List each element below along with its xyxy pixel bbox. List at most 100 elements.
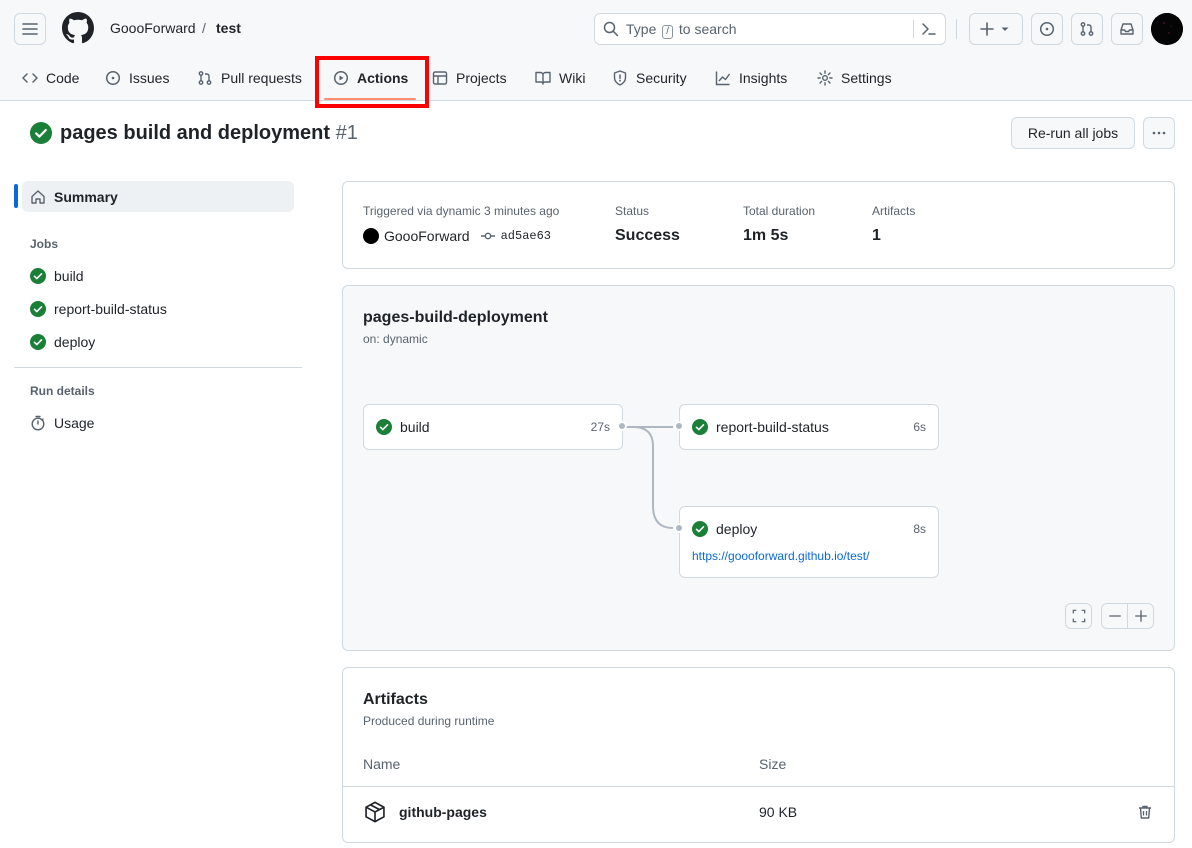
job-node-deploy[interactable]: deploy 8s https://goooforward.github.io/… — [679, 506, 939, 578]
job-node-report-build-status[interactable]: report-build-status 6s — [679, 404, 939, 450]
tab-pull-requests-label: Pull requests — [221, 70, 302, 86]
command-palette-icon[interactable] — [921, 21, 937, 37]
run-title: pages build and deployment — [60, 122, 331, 144]
trigger-actor-row: GoooForward ad5ae63 — [363, 228, 551, 244]
trash-icon[interactable] — [1137, 804, 1153, 820]
commit-sha[interactable]: ad5ae63 — [501, 229, 551, 243]
tab-settings-label: Settings — [841, 70, 892, 86]
workflow-graph: pages-build-deployment on: dynamic build… — [342, 285, 1175, 651]
connector-dot — [617, 421, 627, 431]
breadcrumb-repo[interactable]: test — [216, 19, 241, 37]
deploy-url-link[interactable]: https://goooforward.github.io/test/ — [692, 549, 869, 563]
search-divider — [913, 20, 914, 38]
sidebar-summary-label: Summary — [54, 188, 118, 205]
hamburger-icon — [22, 23, 38, 35]
job-duration: 8s — [913, 522, 926, 536]
search-shortcut-key: / — [662, 25, 674, 39]
rerun-all-jobs-button[interactable]: Re-run all jobs — [1011, 117, 1135, 149]
success-check-icon — [30, 122, 52, 144]
inbox-button[interactable] — [1111, 13, 1143, 45]
inbox-icon — [1120, 23, 1134, 35]
sidebar-job-report-build-status[interactable]: report-build-status — [30, 299, 167, 319]
artifact-name-link[interactable]: github-pages — [399, 804, 487, 820]
success-check-icon — [30, 334, 46, 350]
sidebar-usage-label: Usage — [54, 415, 95, 431]
avatar-image-icon — [1151, 13, 1183, 45]
screen-full-icon — [1072, 609, 1085, 623]
tab-projects[interactable]: Projects — [432, 63, 507, 93]
menu-button[interactable] — [14, 13, 46, 45]
sidebar-divider — [14, 367, 302, 368]
search-input[interactable]: Type / to search — [594, 13, 946, 45]
breadcrumb-owner[interactable]: GoooForward — [110, 19, 196, 37]
search-icon — [603, 21, 619, 37]
shield-icon — [613, 70, 627, 86]
table-row: github-pages 90 KB — [343, 787, 1174, 839]
artifacts-col-size: Size — [759, 756, 787, 772]
actions-tab-highlight-box — [315, 56, 429, 108]
tab-security[interactable]: Security — [612, 63, 687, 93]
job-node-build[interactable]: build 27s — [363, 404, 623, 450]
actor-name[interactable]: GoooForward — [384, 228, 470, 244]
table-icon — [432, 71, 448, 85]
sidebar-job-build[interactable]: build — [30, 266, 84, 286]
status-value: Success — [615, 227, 680, 244]
sidebar-active-indicator — [14, 184, 18, 208]
sidebar-job-label: report-build-status — [54, 301, 167, 317]
search-placeholder-prefix: Type — [626, 21, 657, 37]
kebab-horizontal-icon — [1152, 131, 1166, 135]
sidebar-job-deploy[interactable]: deploy — [30, 332, 95, 352]
more-options-button[interactable] — [1143, 117, 1175, 149]
artifacts-card: Artifacts Produced during runtime Name S… — [342, 667, 1175, 843]
tab-issues[interactable]: Issues — [105, 63, 169, 93]
page-title: pages build and deployment #1 — [60, 121, 358, 145]
job-name: report-build-status — [716, 419, 829, 435]
issue-opened-icon — [1039, 21, 1055, 37]
tab-wiki-label: Wiki — [559, 70, 586, 86]
success-check-icon — [692, 419, 708, 435]
user-avatar[interactable] — [1151, 13, 1183, 45]
graph-icon — [715, 71, 731, 86]
tab-code[interactable]: Code — [22, 63, 79, 93]
trigger-text: Triggered via dynamic 3 minutes ago — [363, 204, 560, 218]
artifacts-value[interactable]: 1 — [872, 227, 881, 245]
book-icon — [535, 71, 551, 85]
sidebar-job-label: build — [54, 268, 84, 284]
tab-pull-requests[interactable]: Pull requests — [197, 63, 302, 93]
tab-wiki[interactable]: Wiki — [535, 63, 585, 93]
sidebar-run-details-heading: Run details — [30, 384, 95, 398]
github-logo-icon[interactable] — [62, 12, 94, 44]
success-check-icon — [692, 521, 708, 537]
fullscreen-button[interactable] — [1065, 603, 1092, 629]
zoom-in-button[interactable] — [1127, 603, 1154, 629]
artifacts-subtitle: Produced during runtime — [363, 714, 495, 728]
tab-settings[interactable]: Settings — [817, 63, 892, 93]
sidebar-job-label: deploy — [54, 334, 96, 350]
header-divider — [956, 19, 957, 39]
tab-insights-label: Insights — [739, 70, 788, 86]
issue-opened-icon — [105, 70, 121, 86]
create-new-button[interactable] — [969, 13, 1023, 45]
success-check-icon — [30, 268, 46, 284]
job-duration: 27s — [590, 420, 610, 434]
issues-button[interactable] — [1031, 13, 1063, 45]
graph-connectors — [623, 426, 674, 529]
tab-insights[interactable]: Insights — [715, 63, 787, 93]
repo-header: GoooForward / test Type / to search Code… — [0, 0, 1192, 101]
artifacts-col-name: Name — [363, 756, 401, 772]
git-pull-request-icon — [198, 71, 212, 85]
package-icon — [365, 801, 385, 823]
tab-security-label: Security — [636, 70, 687, 86]
zoom-out-button[interactable] — [1101, 603, 1128, 629]
connector-dot — [674, 523, 684, 533]
pull-requests-button[interactable] — [1071, 13, 1103, 45]
home-icon — [31, 189, 45, 204]
search-placeholder-suffix: to search — [678, 21, 737, 37]
artifacts-label: Artifacts — [872, 204, 916, 218]
artifact-size: 90 KB — [759, 804, 798, 820]
sidebar-item-usage[interactable]: Usage — [30, 413, 94, 433]
run-summary-card: Triggered via dynamic 3 minutes ago Gooo… — [342, 181, 1175, 269]
sidebar-item-summary[interactable]: Summary — [22, 181, 294, 212]
actor-avatar — [363, 228, 379, 244]
breadcrumb-separator: / — [202, 20, 206, 36]
